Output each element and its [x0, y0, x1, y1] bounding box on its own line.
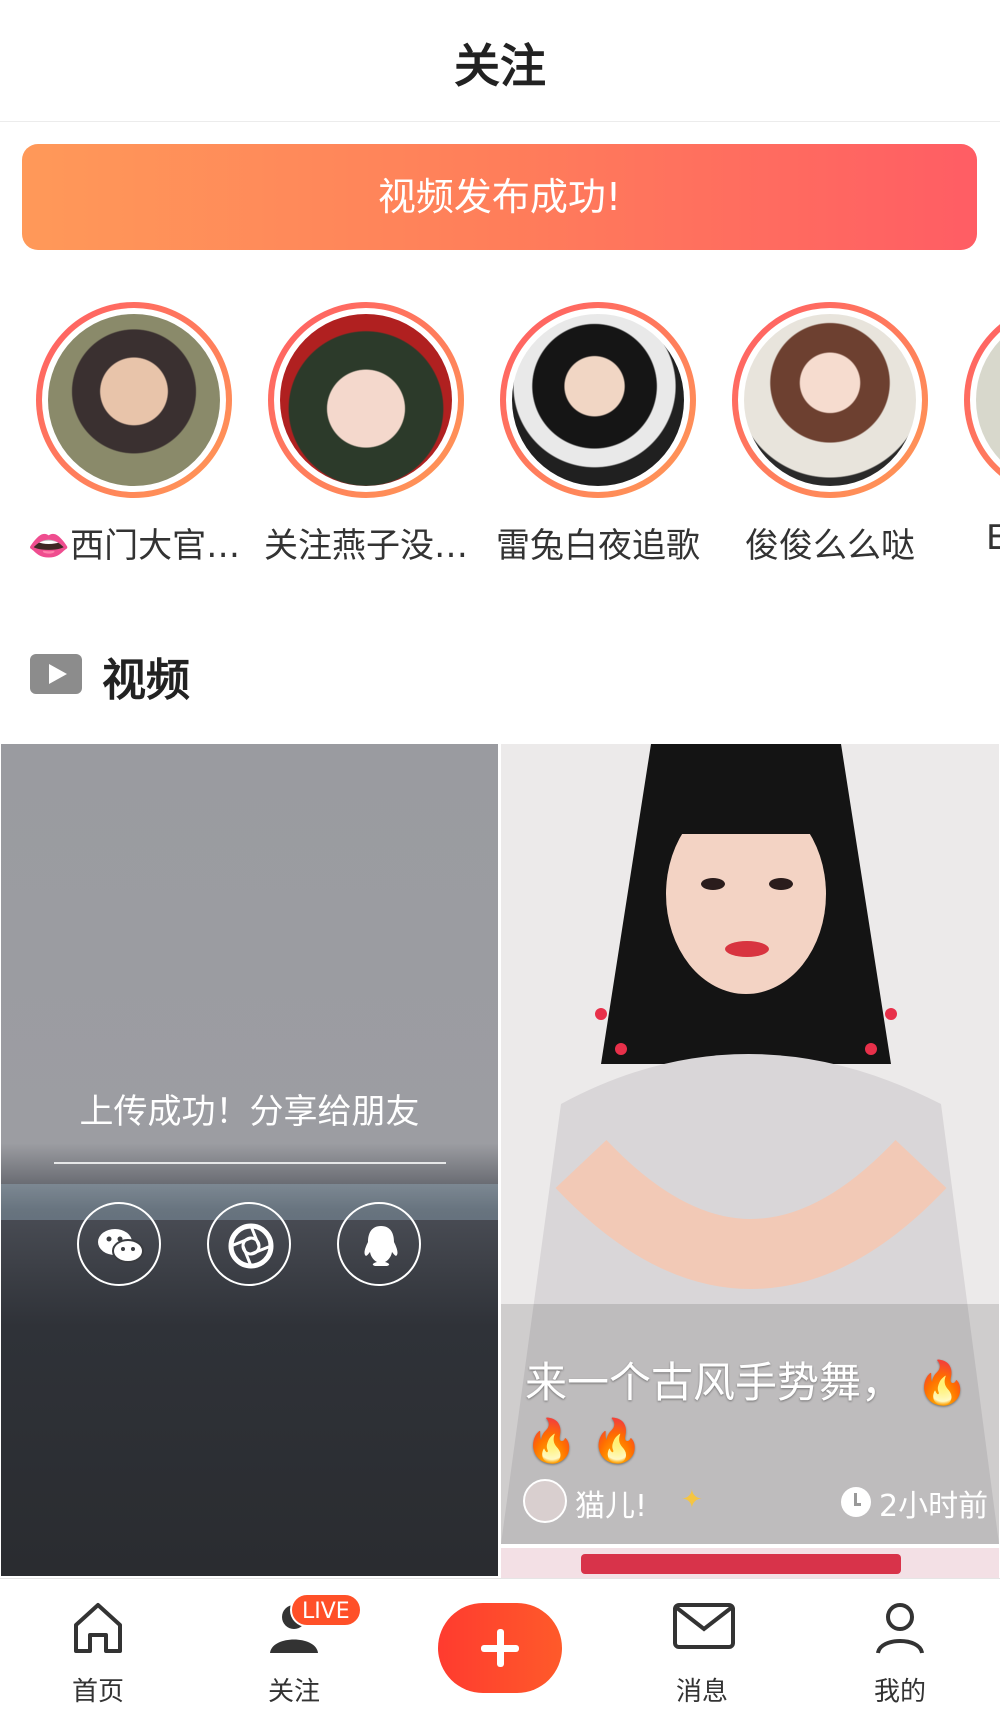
- story-item[interactable]: 👄西门大官…: [18, 296, 250, 576]
- story-ring: [268, 302, 464, 498]
- story-name: E: [986, 518, 1000, 558]
- tab-follow[interactable]: LIVE 关注: [234, 1579, 362, 1709]
- tab-home[interactable]: 首页: [38, 1579, 158, 1709]
- video-play-icon: [30, 654, 82, 694]
- story-ring: [964, 302, 1000, 498]
- video-meta: 猫儿! ✦ 2小时前: [523, 1479, 988, 1525]
- story-ring: [732, 302, 928, 498]
- story-item[interactable]: 俊俊么么哒: [714, 296, 946, 576]
- share-moments-button[interactable]: [207, 1202, 291, 1286]
- user-icon: [876, 1603, 924, 1654]
- tab-label: 消息: [675, 1677, 728, 1707]
- author-name[interactable]: 猫儿!: [575, 1481, 647, 1525]
- publish-success-banner[interactable]: 视频发布成功!: [22, 144, 977, 250]
- upload-success-message: 上传成功！分享给朋友: [79, 1092, 420, 1132]
- story-name: 雷兔白夜追歌: [496, 526, 700, 566]
- share-qq-button[interactable]: [337, 1202, 421, 1286]
- section-title: 视频: [102, 655, 190, 706]
- tab-label: 关注: [267, 1677, 320, 1707]
- video-card[interactable]: 来一个古风手势舞， 🔥 🔥 🔥 猫儿! ✦ 2小时前: [501, 744, 999, 1544]
- next-video-thumbnail: [581, 1554, 901, 1574]
- story-name: 👄西门大官…: [27, 526, 241, 566]
- post-time: 2小时前: [879, 1489, 989, 1524]
- mail-icon: [673, 1603, 735, 1649]
- bottom-tab-bar: 首页 LIVE 关注 消息 我的: [0, 1578, 1000, 1709]
- clock-icon: [841, 1487, 871, 1517]
- fire-emoji: 🔥 🔥: [525, 1416, 643, 1465]
- next-video-card[interactable]: [501, 1548, 999, 1578]
- avatar: [280, 314, 452, 486]
- qq-icon: [364, 1226, 398, 1266]
- avatar: [512, 314, 684, 486]
- moments-icon: [228, 1223, 274, 1269]
- story-name: 关注燕子没…: [264, 526, 468, 566]
- fire-emoji: 🔥: [916, 1358, 969, 1407]
- wechat-icon: [98, 1229, 144, 1263]
- tab-messages[interactable]: 消息: [642, 1579, 762, 1709]
- upload-success-card[interactable]: 上传成功！分享给朋友: [1, 744, 498, 1576]
- story-item[interactable]: E: [946, 296, 1000, 576]
- avatar: [976, 314, 1000, 486]
- story-item[interactable]: 关注燕子没…: [250, 296, 482, 576]
- story-ring: [500, 302, 696, 498]
- live-badge: LIVE: [290, 1593, 362, 1627]
- story-name: 俊俊么么哒: [745, 526, 915, 566]
- tab-me[interactable]: 我的: [840, 1579, 960, 1709]
- badge-icon: ✦: [681, 1485, 703, 1515]
- author-avatar[interactable]: [523, 1479, 567, 1523]
- home-icon: [74, 1603, 122, 1653]
- tab-label: 我的: [873, 1677, 926, 1707]
- story-ring: [36, 302, 232, 498]
- caption-text: 来一个古风手势舞，: [525, 1358, 904, 1407]
- video-caption: 来一个古风手势舞， 🔥 🔥 🔥: [525, 1354, 985, 1470]
- tab-label: 首页: [71, 1677, 124, 1707]
- add-post-button[interactable]: [438, 1603, 562, 1693]
- avatar: [744, 314, 916, 486]
- followed-users-row[interactable]: 👄西门大官… 关注燕子没… 雷兔白夜追歌 俊俊么么哒 E: [0, 296, 1000, 576]
- top-bar: 关注: [0, 0, 1000, 122]
- avatar: [48, 314, 220, 486]
- share-wechat-button[interactable]: [77, 1202, 161, 1286]
- divider: [54, 1162, 446, 1164]
- page-title: 关注: [454, 39, 546, 93]
- story-item[interactable]: 雷兔白夜追歌: [482, 296, 714, 576]
